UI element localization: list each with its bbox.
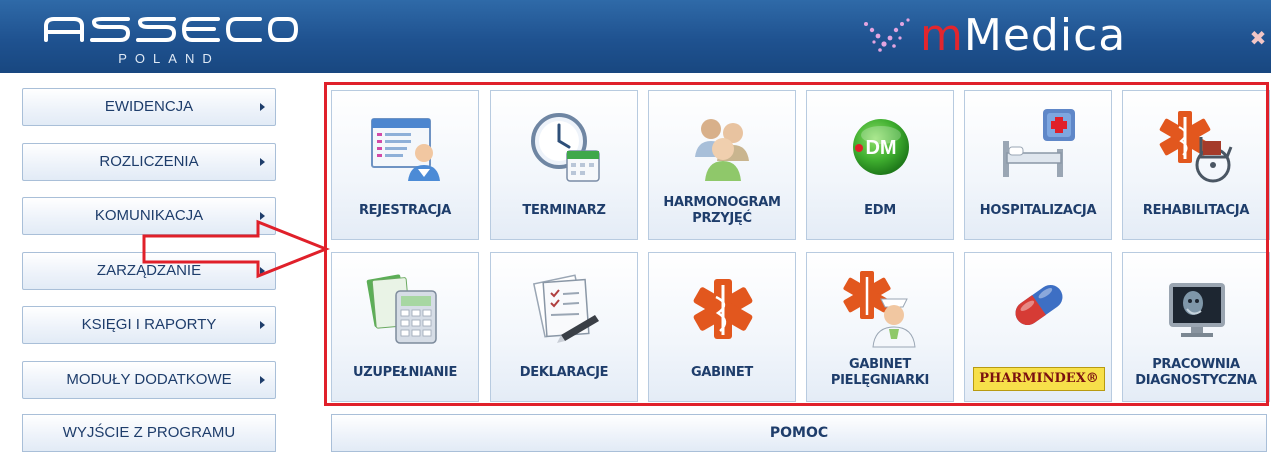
- asseco-poland-text: POLAND: [118, 51, 220, 66]
- brand-name: Medica: [963, 10, 1127, 61]
- submenu-arrow-icon: [260, 158, 265, 166]
- app-header: POLAND mMedica ✖: [0, 0, 1271, 73]
- asseco-wordmark: [44, 17, 298, 42]
- highlight-box: [324, 82, 1269, 406]
- menu-ksiegi-i-raporty[interactable]: KSIĘGI I RAPORTY: [22, 306, 276, 344]
- mmedica-dots-icon: [864, 18, 910, 52]
- submenu-arrow-icon: [260, 103, 265, 111]
- red-arrow-annotation: [142, 219, 330, 279]
- menu-ewidencja[interactable]: EWIDENCJA: [22, 88, 276, 126]
- submenu-arrow-icon: [260, 376, 265, 384]
- menu-label: EWIDENCJA: [104, 98, 194, 115]
- close-icon[interactable]: ✖: [1248, 28, 1268, 48]
- exit-button[interactable]: WYJŚCIE Z PROGRAMU: [22, 414, 276, 452]
- menu-moduly-dodatkowe[interactable]: MODUŁY DODATKOWE: [22, 361, 276, 399]
- mmedica-brand: mMedica: [860, 10, 1240, 61]
- menu-rozliczenia[interactable]: ROZLICZENIA: [22, 143, 276, 181]
- menu-label: KSIĘGI I RAPORTY: [81, 316, 217, 333]
- submenu-arrow-icon: [260, 321, 265, 329]
- menu-label: MODUŁY DODATKOWE: [66, 371, 232, 388]
- mmedica-wordmark: mMedica: [920, 10, 1126, 61]
- brand-prefix: m: [920, 10, 964, 61]
- menu-label: ROZLICZENIA: [99, 153, 199, 170]
- help-button[interactable]: POMOC: [331, 414, 1267, 452]
- asseco-logo: POLAND: [40, 14, 300, 66]
